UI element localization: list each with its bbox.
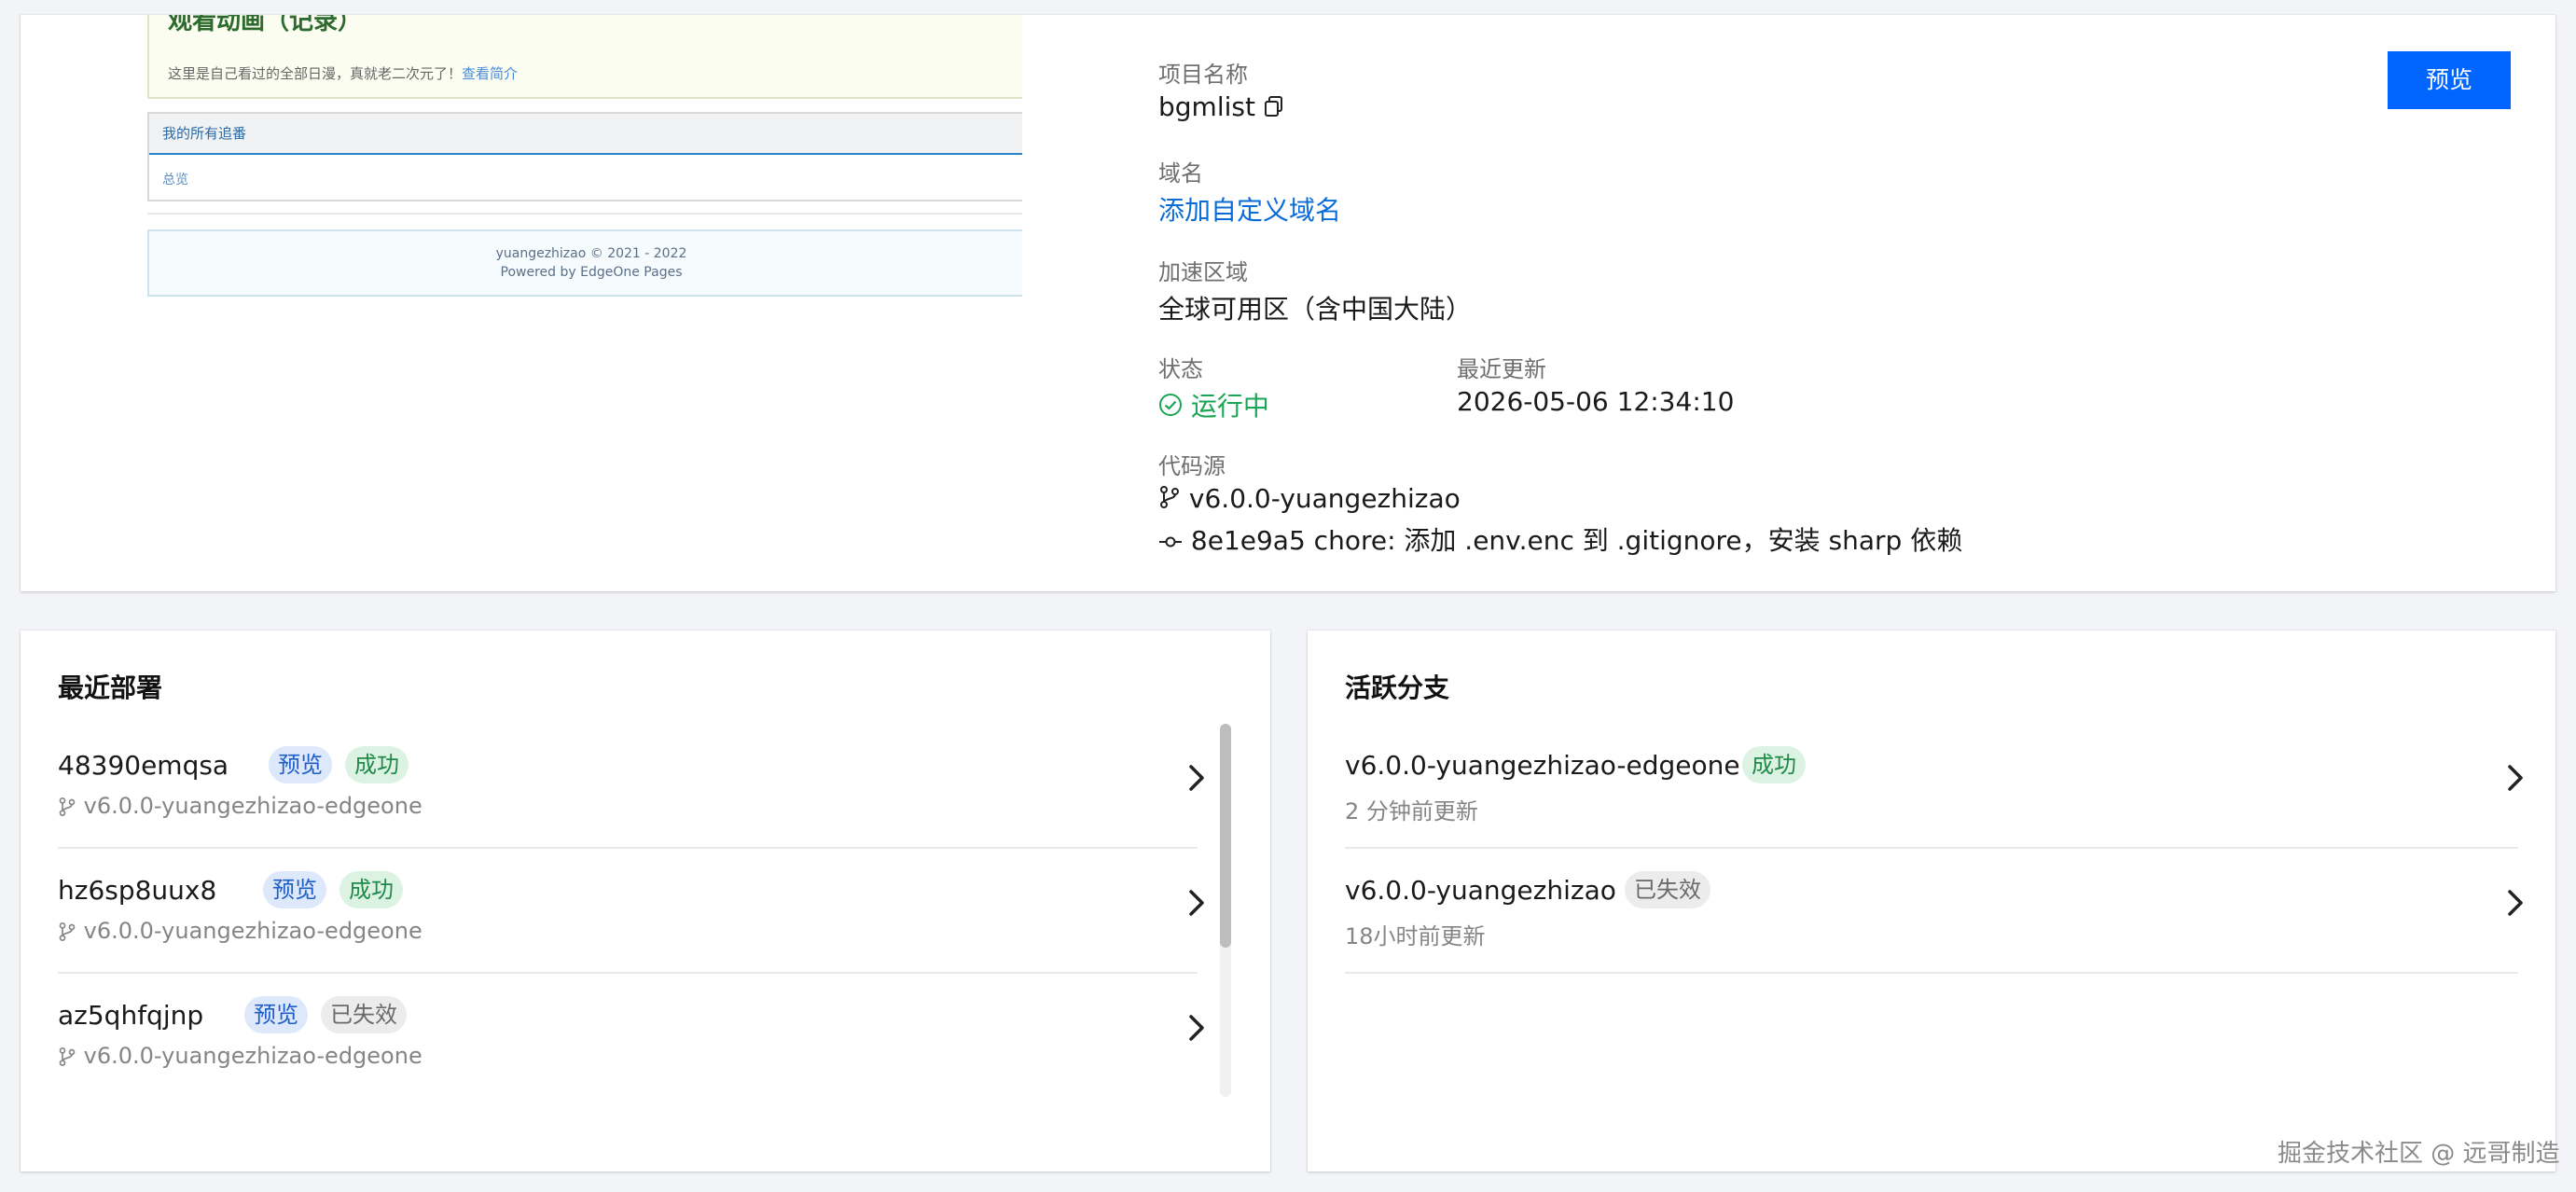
deployment-badges: 预览 成功	[263, 871, 403, 908]
status-label: 状态	[1158, 356, 1203, 382]
thumbnail-footer-powered: Powered by EdgeOne Pages	[500, 265, 683, 280]
git-branch-icon	[59, 1047, 76, 1066]
project-overview-card: 观看动画（记录） 这里是自己看过的全部日漫，真就老二次元了！查看简介 我的所有追…	[21, 15, 2555, 591]
add-custom-domain-link[interactable]: 添加自定义域名	[1158, 190, 1341, 228]
deployment-branch-name: v6.0.0-yuangezhizao-edgeone	[83, 918, 422, 944]
branch-name: v6.0.0-yuangezhizao-edgeone	[1345, 750, 1740, 781]
last-updated-label: 最近更新	[1457, 356, 1546, 382]
thumbnail-intro-title: 观看动画（记录）	[168, 15, 363, 35]
deployment-id: hz6sp8uux8	[58, 875, 217, 906]
site-thumbnail[interactable]: 观看动画（记录） 这里是自己看过的全部日漫，真就老二次元了！查看简介 我的所有追…	[125, 15, 1022, 323]
branch-updated: 2 分钟前更新	[1345, 798, 1478, 825]
deployment-row[interactable]: az5qhfqjnp 预览 已失效 v6.0.0-yuangezhizao-ed…	[58, 974, 1204, 1099]
project-name: bgmlist	[1158, 91, 1255, 122]
deployment-badges: 预览 成功	[269, 746, 409, 783]
deployment-branch-name: v6.0.0-yuangezhizao-edgeone	[83, 1043, 422, 1069]
last-updated-value: 2026-05-06 12:34:10	[1457, 386, 1735, 417]
branch-updated: 18小时前更新	[1345, 923, 1486, 949]
source-commit: 8e1e9a5 chore: 添加 .env.enc 到 .gitignore，…	[1158, 520, 1962, 558]
thumbnail-divider	[147, 213, 1022, 215]
chevron-right-icon[interactable]	[2501, 759, 2529, 797]
source-commit-message: 8e1e9a5 chore: 添加 .env.enc 到 .gitignore，…	[1190, 525, 1963, 556]
recent-deployments-title: 最近部署	[58, 672, 163, 703]
preview-button[interactable]: 预览	[2388, 51, 2511, 109]
active-branches-card: 活跃分支 v6.0.0-yuangezhizao-edgeone 成功 2 分钟…	[1308, 631, 2555, 1171]
deployment-row[interactable]: 48390emqsa 预览 成功 v6.0.0-yuangezhizao-edg…	[58, 724, 1204, 849]
domain-label: 域名	[1158, 160, 1203, 187]
region-label: 加速区域	[1158, 259, 1248, 285]
chevron-right-icon[interactable]	[1183, 1009, 1211, 1046]
deployment-branch-name: v6.0.0-yuangezhizao-edgeone	[83, 793, 422, 819]
deployment-status-badge: 成功	[339, 871, 403, 908]
branches-list: v6.0.0-yuangezhizao-edgeone 成功 2 分钟前更新 v…	[1345, 724, 2523, 974]
branch-badges: 成功	[1742, 746, 1806, 783]
check-circle-icon	[1158, 393, 1183, 423]
copy-icon[interactable]	[1264, 93, 1284, 124]
source-label: 代码源	[1158, 453, 1226, 479]
branch-row[interactable]: v6.0.0-yuangezhizao-edgeone 成功 2 分钟前更新	[1345, 724, 2523, 849]
thumbnail-footer-copyright: yuangezhizao © 2021 - 2022	[495, 246, 687, 261]
chevron-right-icon[interactable]	[2501, 884, 2529, 922]
scrollbar-thumb[interactable]	[1220, 724, 1231, 948]
branch-status-badge: 成功	[1742, 746, 1806, 783]
deployment-row[interactable]: hz6sp8uux8 预览 成功 v6.0.0-yuangezhizao-edg…	[58, 849, 1204, 974]
deployment-branch: v6.0.0-yuangezhizao-edgeone	[58, 1043, 422, 1069]
thumbnail-panel-row: 总览	[162, 173, 188, 187]
deployments-scrollbar[interactable]	[1220, 724, 1231, 1097]
preview-button-label: 预览	[2425, 66, 2472, 93]
project-name-label: 项目名称	[1158, 62, 1248, 88]
git-branch-icon	[59, 797, 76, 816]
deployment-id: 48390emqsa	[58, 750, 229, 781]
status-value: 运行中	[1158, 386, 1269, 423]
watermark: 掘金技术社区 @ 远哥制造	[2278, 1140, 2560, 1168]
git-branch-icon	[59, 922, 76, 941]
source-branch: v6.0.0-yuangezhizao	[1158, 483, 1461, 516]
project-name-value: bgmlist	[1158, 91, 1284, 124]
chevron-right-icon[interactable]	[1183, 759, 1211, 797]
chevron-right-icon[interactable]	[1183, 884, 1211, 922]
active-branches-title: 活跃分支	[1345, 672, 1450, 703]
deployment-branch: v6.0.0-yuangezhizao-edgeone	[58, 793, 422, 819]
deployment-branch: v6.0.0-yuangezhizao-edgeone	[58, 918, 422, 944]
status-text: 运行中	[1190, 391, 1269, 422]
deployment-type-badge: 预览	[269, 746, 332, 783]
thumbnail-footer: yuangezhizao © 2021 - 2022 Powered by Ed…	[147, 229, 1022, 297]
git-commit-icon	[1158, 527, 1183, 558]
thumbnail-intro: 观看动画（记录） 这里是自己看过的全部日漫，真就老二次元了！查看简介	[147, 15, 1022, 99]
region-value: 全球可用区（含中国大陆）	[1158, 294, 1473, 325]
thumbnail-intro-sentence: 这里是自己看过的全部日漫，真就老二次元了！	[168, 65, 463, 82]
deployments-list: 48390emqsa 预览 成功 v6.0.0-yuangezhizao-edg…	[58, 724, 1204, 1099]
deployment-badges: 预览 已失效	[244, 996, 407, 1033]
thumbnail-panel: 我的所有追番 总览	[147, 112, 1022, 201]
branch-row[interactable]: v6.0.0-yuangezhizao 已失效 18小时前更新	[1345, 849, 2523, 974]
thumbnail-intro-link: 查看简介	[462, 65, 519, 82]
thumbnail-panel-title: 我的所有追番	[149, 114, 1022, 155]
branch-status-badge: 已失效	[1625, 871, 1710, 908]
branch-name: v6.0.0-yuangezhizao	[1345, 875, 1616, 906]
deployment-status-badge: 已失效	[321, 996, 407, 1033]
deployment-id: az5qhfqjnp	[58, 1000, 204, 1031]
git-branch-icon	[1158, 485, 1181, 516]
branch-badges: 已失效	[1625, 871, 1710, 908]
recent-deployments-card: 最近部署 48390emqsa 预览 成功 v6.0.0-yuangezhiza…	[21, 631, 1270, 1171]
deployment-status-badge: 成功	[345, 746, 409, 783]
deployment-type-badge: 预览	[244, 996, 308, 1033]
source-branch-name: v6.0.0-yuangezhizao	[1188, 483, 1461, 514]
deployment-type-badge: 预览	[263, 871, 326, 908]
thumbnail-intro-text: 这里是自己看过的全部日漫，真就老二次元了！查看简介	[168, 63, 518, 83]
